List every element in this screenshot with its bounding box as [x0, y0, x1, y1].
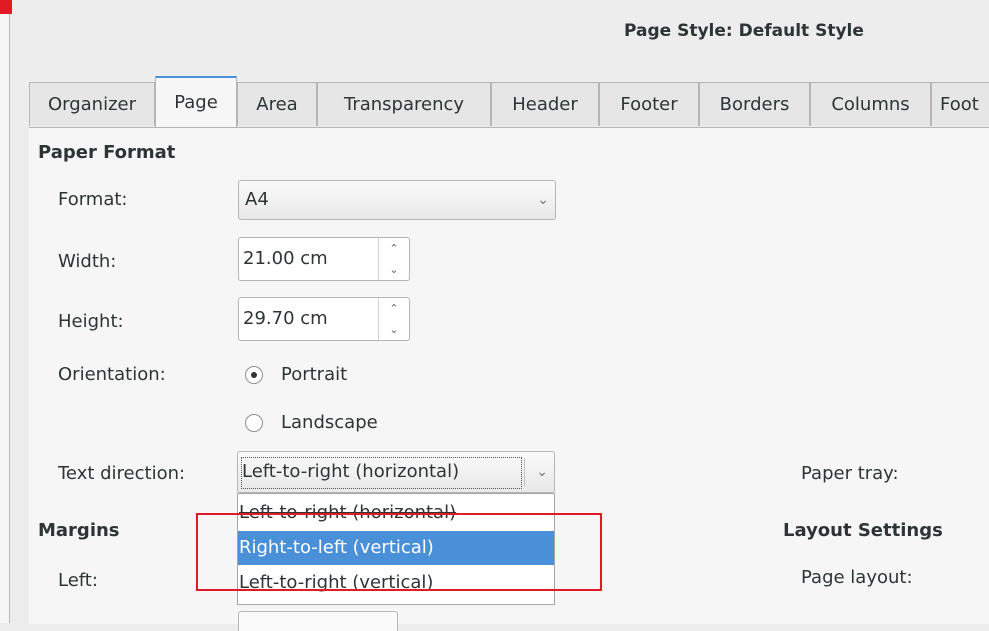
portrait-radio[interactable] [245, 366, 263, 384]
format-value: A4 [245, 189, 269, 210]
dialog-title: Page Style: Default Style [624, 21, 864, 41]
tab-borders[interactable]: Borders [699, 82, 810, 126]
margin-left-spinbox[interactable] [238, 611, 398, 631]
paper-tray-label: Paper tray: [801, 463, 899, 484]
width-stepper: ⌃ ⌄ [378, 238, 409, 280]
chevron-down-icon: ⌄ [536, 464, 548, 480]
tab-columns[interactable]: Columns [810, 82, 931, 126]
tab-area[interactable]: Area [237, 82, 317, 126]
combo-separator [524, 458, 525, 486]
increment-arrow-icon[interactable]: ⌃ [379, 298, 409, 319]
decrement-arrow-icon[interactable]: ⌄ [379, 259, 409, 280]
tab-organizer[interactable]: Organizer [29, 82, 155, 126]
text-direction-combo[interactable]: Left-to-right (horizontal) ⌄ [237, 451, 555, 493]
decrement-arrow-icon[interactable]: ⌄ [379, 319, 409, 340]
margin-left-label: Left: [58, 570, 98, 591]
height-label: Height: [58, 311, 124, 332]
page-layout-label: Page layout: [801, 567, 913, 588]
height-spinbox[interactable]: 29.70 cm ⌃ ⌄ [238, 297, 410, 341]
paper-format-heading: Paper Format [38, 142, 176, 163]
width-spinbox[interactable]: 21.00 cm ⌃ ⌄ [238, 237, 410, 281]
clipped-label [801, 612, 921, 623]
orientation-label: Orientation: [58, 364, 166, 385]
chevron-down-icon: ⌄ [537, 192, 549, 208]
format-label: Format: [58, 189, 128, 210]
landscape-radio[interactable] [245, 414, 263, 432]
increment-arrow-icon[interactable]: ⌃ [379, 238, 409, 259]
dialog-titlebar: Page Style: Default Style [0, 0, 989, 64]
portrait-label[interactable]: Portrait [281, 364, 347, 385]
tab-bar: Organizer Page Area Transparency Header … [29, 76, 989, 128]
text-direction-label: Text direction: [58, 463, 186, 484]
annotation-highlight-box [196, 513, 602, 591]
width-value: 21.00 cm [243, 248, 328, 269]
margins-heading: Margins [38, 520, 120, 541]
focus-rectangle [241, 457, 522, 489]
window-edge [0, 0, 10, 623]
tab-footer[interactable]: Footer [599, 82, 699, 126]
height-stepper: ⌃ ⌄ [378, 298, 409, 340]
width-label: Width: [58, 251, 117, 272]
landscape-label[interactable]: Landscape [281, 412, 378, 433]
tab-page[interactable]: Page [155, 76, 237, 128]
radio-dot-icon [251, 372, 257, 378]
height-value: 29.70 cm [243, 308, 328, 329]
format-combo[interactable]: A4 ⌄ [238, 180, 556, 220]
tab-transparency[interactable]: Transparency [317, 82, 491, 126]
tab-header[interactable]: Header [491, 82, 599, 126]
layout-settings-heading: Layout Settings [783, 520, 943, 541]
tab-footnote[interactable]: Foot [931, 82, 989, 126]
